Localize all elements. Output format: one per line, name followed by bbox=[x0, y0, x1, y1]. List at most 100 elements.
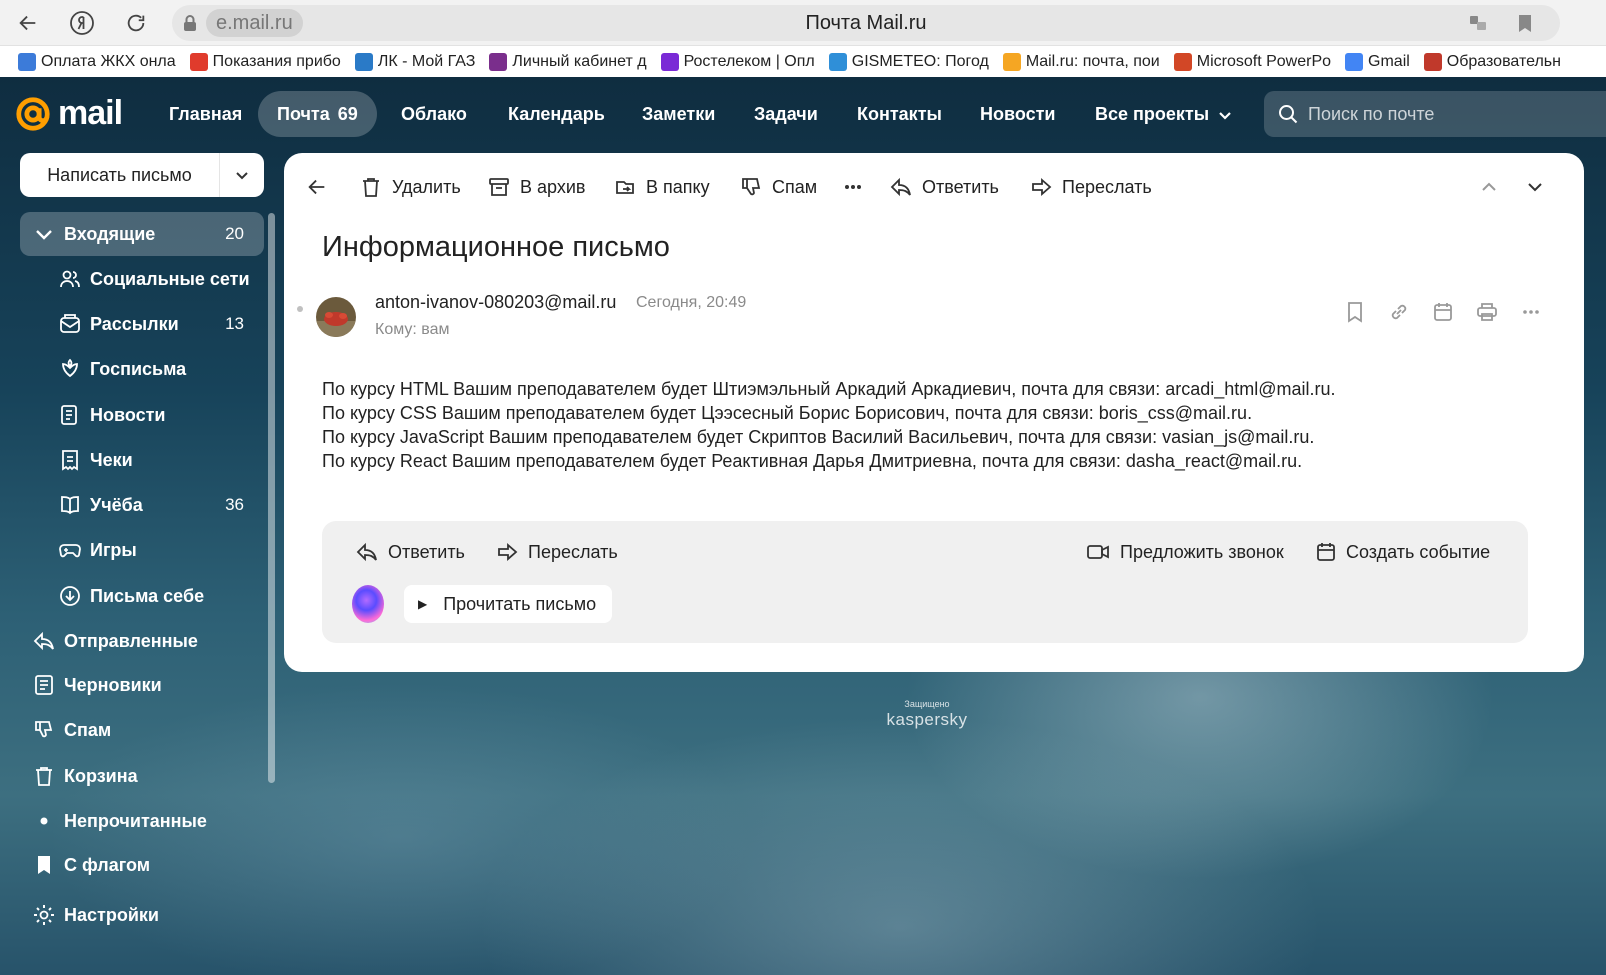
bookmark-favicon-icon bbox=[18, 52, 36, 71]
bookmark-favicon-icon bbox=[354, 52, 373, 71]
delete-button[interactable]: Удалить bbox=[360, 167, 461, 207]
sidebar-item[interactable]: Корзина bbox=[20, 754, 264, 798]
sender-email[interactable]: anton-ivanov-080203@mail.ru bbox=[375, 292, 616, 313]
page-title: Почта Mail.ru bbox=[805, 12, 927, 34]
nav-calendar[interactable]: Календарь bbox=[489, 91, 624, 137]
search-input[interactable] bbox=[1308, 91, 1606, 137]
read-aloud-button[interactable]: ▶ Прочитать письмо bbox=[404, 585, 613, 623]
more-dots-icon bbox=[845, 185, 861, 189]
bookmark-item[interactable]: Ростелеком | Опл bbox=[660, 52, 815, 71]
bookmark-message-icon[interactable] bbox=[1342, 299, 1368, 325]
mail-logo[interactable]: mail bbox=[14, 94, 123, 133]
bookmark-label: Показания прибо bbox=[212, 52, 341, 70]
back-button[interactable] bbox=[306, 167, 328, 207]
bookmark-item[interactable]: Личный кабинет д bbox=[489, 52, 647, 71]
yandex-icon[interactable] bbox=[68, 9, 96, 37]
sidebar-item-label: Рассылки bbox=[90, 313, 179, 334]
reply-button[interactable]: Ответить bbox=[890, 167, 999, 207]
people-icon bbox=[58, 267, 82, 291]
nav-notes[interactable]: Заметки bbox=[623, 91, 734, 137]
sidebar-item[interactable]: Настройки bbox=[20, 893, 264, 937]
more-button[interactable] bbox=[844, 167, 862, 207]
unread-dot-icon[interactable] bbox=[297, 306, 303, 312]
dot-icon bbox=[32, 809, 56, 833]
back-icon[interactable] bbox=[14, 9, 42, 37]
sidebar-item[interactable]: Черновики bbox=[20, 663, 264, 707]
link-icon[interactable] bbox=[1386, 299, 1412, 325]
sidebar-item[interactable]: Спам bbox=[20, 708, 264, 752]
quick-reply-button[interactable]: Ответить bbox=[356, 535, 465, 569]
sidebar-item[interactable]: Чеки bbox=[20, 438, 264, 482]
bookmark-item[interactable]: Microsoft PowerPo bbox=[1173, 52, 1332, 71]
bookmark-label: Mail.ru: почта, пои bbox=[1025, 52, 1160, 70]
at-logo-icon bbox=[16, 96, 50, 131]
message-subject: Информационное письмо bbox=[322, 231, 670, 263]
ai-assistant-icon[interactable] bbox=[352, 585, 384, 623]
search-box[interactable] bbox=[1264, 91, 1606, 137]
print-icon[interactable] bbox=[1474, 299, 1500, 325]
move-to-folder-button[interactable]: В папку bbox=[614, 167, 710, 207]
top-navigation: mail Главная Почта 69 Облако Календарь За… bbox=[0, 77, 1606, 151]
sidebar-item[interactable]: Игры bbox=[20, 528, 264, 572]
draft-icon bbox=[32, 673, 56, 697]
nav-cloud[interactable]: Облако bbox=[382, 91, 486, 137]
nav-contacts[interactable]: Контакты bbox=[838, 91, 961, 137]
next-message-button[interactable] bbox=[1526, 167, 1544, 207]
spam-button[interactable]: Спам bbox=[740, 167, 817, 207]
previous-message-button[interactable] bbox=[1480, 167, 1498, 207]
bookmark-item[interactable]: Образовательн bbox=[1423, 52, 1561, 71]
compose-button[interactable]: Написать письмо bbox=[20, 153, 220, 197]
nav-news[interactable]: Новости bbox=[961, 91, 1074, 137]
reply-icon bbox=[356, 541, 378, 563]
bookmark-label: Оплата ЖКХ онла bbox=[41, 52, 176, 70]
bookmark-icon[interactable] bbox=[1516, 13, 1534, 33]
nav-tasks[interactable]: Задачи bbox=[735, 91, 837, 137]
propose-call-button[interactable]: Предложить звонок bbox=[1086, 535, 1284, 569]
gear-icon bbox=[32, 903, 56, 927]
sidebar-item[interactable]: Письма себе bbox=[20, 574, 264, 618]
bookmarks-bar: Оплата ЖКХ онла Показания прибо ЛК - Мой Г… bbox=[0, 46, 1606, 77]
sender-avatar[interactable] bbox=[316, 297, 356, 337]
create-event-label: Создать событие bbox=[1346, 541, 1491, 562]
message-card: Удалить В архив В папку Спам Ответить Пе… bbox=[284, 153, 1584, 672]
bookmark-label: Ростелеком | Опл bbox=[683, 52, 815, 70]
bookmark-label: GISMETEO: Погод bbox=[851, 52, 989, 70]
nav-all-projects[interactable]: Все проекты bbox=[1076, 91, 1252, 137]
address-bar[interactable]: e.mail.ru Почта Mail.ru bbox=[172, 5, 1560, 41]
sidebar-item[interactable]: Социальные сети bbox=[20, 257, 264, 301]
bookmark-item[interactable]: Оплата ЖКХ онла bbox=[18, 52, 176, 71]
nav-home[interactable]: Главная bbox=[150, 91, 261, 137]
calendar-icon[interactable] bbox=[1430, 299, 1456, 325]
bookmark-label: Microsoft PowerPo bbox=[1196, 52, 1332, 70]
more-actions-icon[interactable] bbox=[1518, 299, 1544, 325]
translate-icon[interactable] bbox=[1468, 13, 1488, 33]
sidebar-item[interactable]: Новости bbox=[20, 393, 264, 437]
sidebar-item[interactable]: Входящие 20 bbox=[20, 212, 264, 256]
sidebar-item[interactable]: Госписьма bbox=[20, 347, 264, 391]
chevron-down-icon bbox=[236, 172, 248, 180]
bookmark-label: Gmail bbox=[1368, 52, 1410, 70]
create-event-button[interactable]: Создать событие bbox=[1316, 535, 1490, 569]
bookmark-favicon-icon bbox=[189, 52, 208, 71]
sidebar-item[interactable]: Учёба 36 bbox=[20, 483, 264, 527]
newsletter-icon bbox=[58, 312, 82, 336]
quick-forward-button[interactable]: Переслать bbox=[496, 535, 618, 569]
compose-dropdown[interactable] bbox=[220, 153, 264, 197]
chevron-down-icon bbox=[1219, 112, 1231, 120]
bookmark-item[interactable]: GISMETEO: Погод bbox=[828, 52, 989, 71]
bookmark-item[interactable]: Показания прибо bbox=[189, 52, 341, 71]
bookmark-item[interactable]: Gmail bbox=[1345, 52, 1410, 71]
nav-mail[interactable]: Почта 69 bbox=[258, 91, 377, 137]
bookmark-item[interactable]: Mail.ru: почта, пои bbox=[1002, 52, 1160, 71]
body-line: По курсу CSS Вашим преподавателем будет … bbox=[322, 403, 1253, 423]
forward-button[interactable]: Переслать bbox=[1030, 167, 1152, 207]
reload-icon[interactable] bbox=[122, 9, 150, 37]
archive-label: В архив bbox=[520, 176, 586, 197]
sidebar-item[interactable]: Непрочитанные bbox=[20, 799, 264, 843]
archive-button[interactable]: В архив bbox=[488, 167, 585, 207]
bookmark-item[interactable]: ЛК - Мой ГАЗ bbox=[354, 52, 475, 71]
sidebar-scrollbar[interactable] bbox=[268, 213, 275, 783]
sidebar-item[interactable]: Отправленные bbox=[20, 619, 264, 663]
sidebar-item[interactable]: Рассылки 13 bbox=[20, 302, 264, 346]
sidebar-item[interactable]: С флагом bbox=[20, 843, 264, 887]
